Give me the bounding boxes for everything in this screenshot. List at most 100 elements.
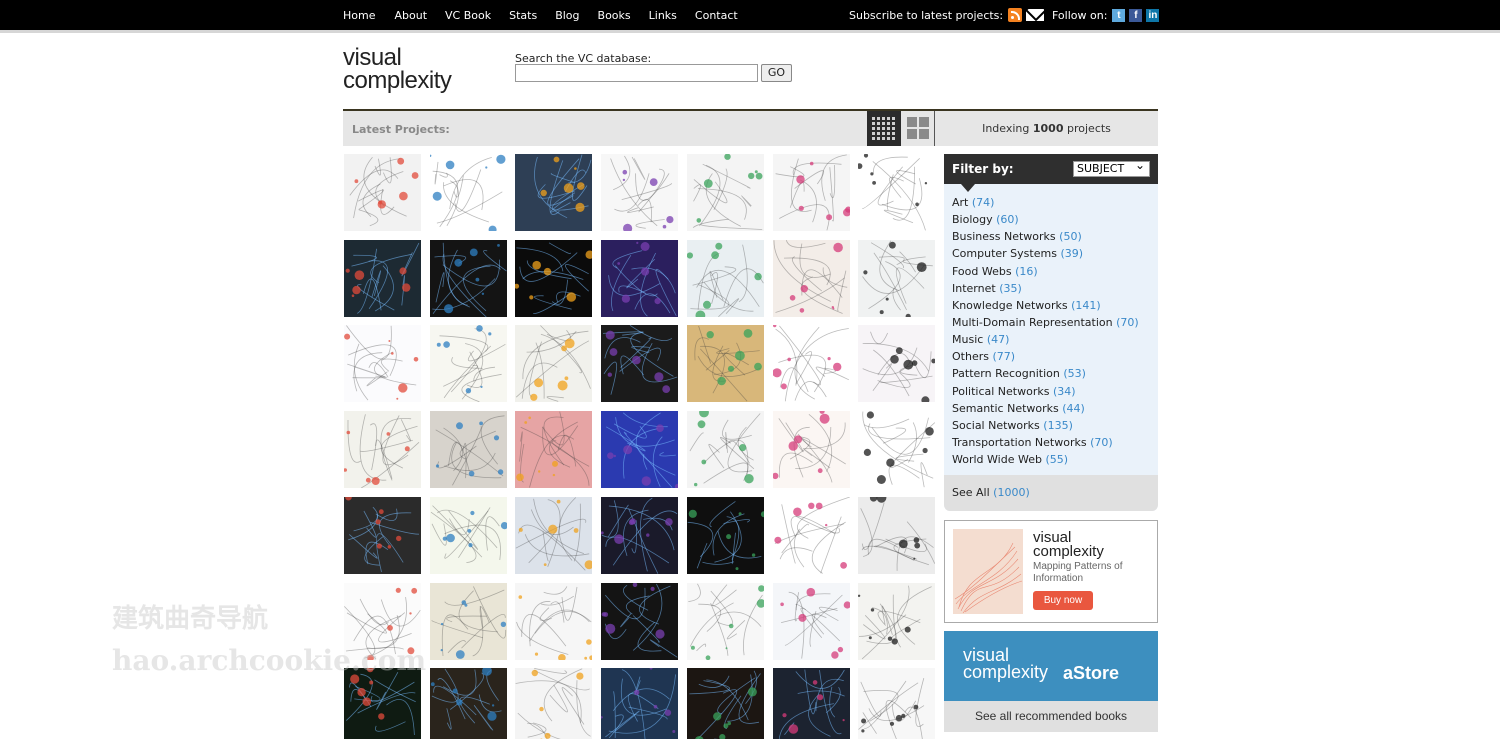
project-thumbnail[interactable] <box>429 496 507 574</box>
filter-item[interactable]: Business Networks (50) <box>952 229 1139 246</box>
thumbnail-art <box>778 669 845 739</box>
project-thumbnail[interactable] <box>344 239 421 317</box>
filter-item-label: Business Networks <box>952 230 1056 244</box>
filter-item[interactable]: Multi-Domain Representation (70) <box>952 315 1139 332</box>
linkedin-icon[interactable]: in <box>1146 8 1160 22</box>
project-thumbnail[interactable] <box>429 325 507 403</box>
project-thumbnail[interactable] <box>601 582 679 660</box>
project-thumbnail[interactable] <box>344 154 421 231</box>
filter-item[interactable]: Art (74) <box>952 195 1139 212</box>
watermark-line-2: hao.archcookie.com <box>112 644 427 677</box>
rss-icon[interactable] <box>1008 8 1023 22</box>
project-thumbnail[interactable] <box>601 154 679 231</box>
buy-now-button[interactable]: Buy now <box>1033 591 1093 610</box>
project-thumbnail[interactable] <box>686 411 764 489</box>
nav-vc-book-link[interactable]: VC Book <box>445 9 491 22</box>
nav-contact-link[interactable]: Contact <box>695 9 738 22</box>
project-thumbnail[interactable] <box>601 411 679 489</box>
project-thumbnail[interactable] <box>601 325 679 403</box>
nav-stats-link[interactable]: Stats <box>509 9 537 22</box>
nav-books-link[interactable]: Books <box>598 9 631 22</box>
filter-item[interactable]: Music (47) <box>952 332 1139 349</box>
project-thumbnail[interactable] <box>772 668 850 739</box>
astore-banner[interactable]: visual complexity aStore <box>944 631 1158 701</box>
nav-about-link[interactable]: About <box>394 9 427 22</box>
project-thumbnail[interactable] <box>344 325 421 403</box>
book-cover-image[interactable] <box>953 529 1023 614</box>
project-thumbnail[interactable] <box>344 668 421 739</box>
filter-item[interactable]: Computer Systems (39) <box>952 246 1139 263</box>
nav-blog-link[interactable]: Blog <box>555 9 579 22</box>
filter-item-count: (44) <box>1062 401 1085 415</box>
filter-item[interactable]: Others (77) <box>952 349 1139 366</box>
project-thumbnail[interactable] <box>858 154 936 231</box>
project-thumbnail[interactable] <box>344 411 421 489</box>
project-thumbnail[interactable] <box>858 325 936 403</box>
project-thumbnail[interactable] <box>858 582 936 660</box>
follow-label: Follow on: <box>1052 8 1108 22</box>
project-thumbnail[interactable] <box>686 582 764 660</box>
thumbnail-art <box>349 157 419 227</box>
project-thumbnail[interactable] <box>429 239 507 317</box>
book-promo[interactable]: visual complexity Mapping Patterns of In… <box>944 520 1158 623</box>
project-thumbnail[interactable] <box>344 496 421 574</box>
filter-item[interactable]: Semantic Networks (44) <box>952 401 1139 418</box>
filter-item[interactable]: Food Webs (16) <box>952 264 1139 281</box>
thumbnail-art <box>688 583 764 660</box>
filter-item[interactable]: Knowledge Networks (141) <box>952 298 1139 315</box>
project-thumbnail[interactable] <box>429 582 507 660</box>
project-thumbnail[interactable] <box>686 668 764 739</box>
project-thumbnail[interactable] <box>772 411 850 489</box>
see-all-recommended-books-link[interactable]: See all recommended books <box>944 701 1158 732</box>
filter-item-label: Knowledge Networks <box>952 298 1068 312</box>
small-grid-view-button[interactable] <box>867 111 901 146</box>
filter-item[interactable]: Transportation Networks (70) <box>952 435 1139 452</box>
filter-item-count: (50) <box>1059 230 1082 244</box>
project-thumbnail[interactable] <box>686 154 764 231</box>
email-icon[interactable] <box>1026 9 1045 21</box>
project-thumbnail[interactable] <box>772 496 850 574</box>
project-thumbnail[interactable] <box>601 496 679 574</box>
nav-home-link[interactable]: Home <box>343 9 375 22</box>
filter-item[interactable]: Political Networks (34) <box>952 384 1139 401</box>
filter-item[interactable]: Internet (35) <box>952 281 1139 298</box>
filter-item-label: Food Webs <box>952 264 1012 278</box>
project-thumbnail[interactable] <box>601 239 679 317</box>
project-thumbnail[interactable] <box>858 411 936 489</box>
project-thumbnail[interactable] <box>858 239 936 317</box>
filter-item[interactable]: Social Networks (135) <box>952 418 1139 435</box>
nav-links-link[interactable]: Links <box>649 9 677 22</box>
project-thumbnail[interactable] <box>772 239 850 317</box>
project-thumbnail[interactable] <box>772 325 850 403</box>
see-all-text: See All (1000) <box>952 486 1030 499</box>
project-thumbnail[interactable] <box>429 668 507 739</box>
project-thumbnail[interactable] <box>515 239 593 317</box>
project-thumbnail[interactable] <box>601 668 679 739</box>
search-input[interactable] <box>515 64 758 82</box>
project-thumbnail[interactable] <box>686 325 764 403</box>
facebook-icon[interactable]: f <box>1129 8 1143 22</box>
project-thumbnail[interactable] <box>515 582 593 660</box>
project-thumbnail[interactable] <box>429 411 507 489</box>
see-all-link[interactable]: See All (1000) <box>944 475 1158 511</box>
filter-item[interactable]: Biology (60) <box>952 212 1139 229</box>
project-thumbnail[interactable] <box>858 668 936 739</box>
project-thumbnail[interactable] <box>515 411 593 489</box>
project-thumbnail[interactable] <box>515 668 593 739</box>
site-logo[interactable]: visual complexity <box>343 46 452 93</box>
project-thumbnail[interactable] <box>429 154 507 231</box>
project-thumbnail[interactable] <box>686 239 764 317</box>
project-thumbnail[interactable] <box>858 496 936 574</box>
project-thumbnail[interactable] <box>515 496 593 574</box>
twitter-icon[interactable]: t <box>1112 8 1126 22</box>
project-thumbnail[interactable] <box>515 154 593 231</box>
project-thumbnail[interactable] <box>772 582 850 660</box>
project-thumbnail[interactable] <box>772 154 850 231</box>
large-grid-view-button[interactable] <box>901 111 935 146</box>
filter-subject-select[interactable]: SUBJECT <box>1073 158 1150 177</box>
project-thumbnail[interactable] <box>515 325 593 403</box>
filter-item[interactable]: World Wide Web (55) <box>952 452 1139 469</box>
search-go-button[interactable]: GO <box>761 64 792 82</box>
filter-item[interactable]: Pattern Recognition (53) <box>952 366 1139 383</box>
project-thumbnail[interactable] <box>686 496 764 574</box>
